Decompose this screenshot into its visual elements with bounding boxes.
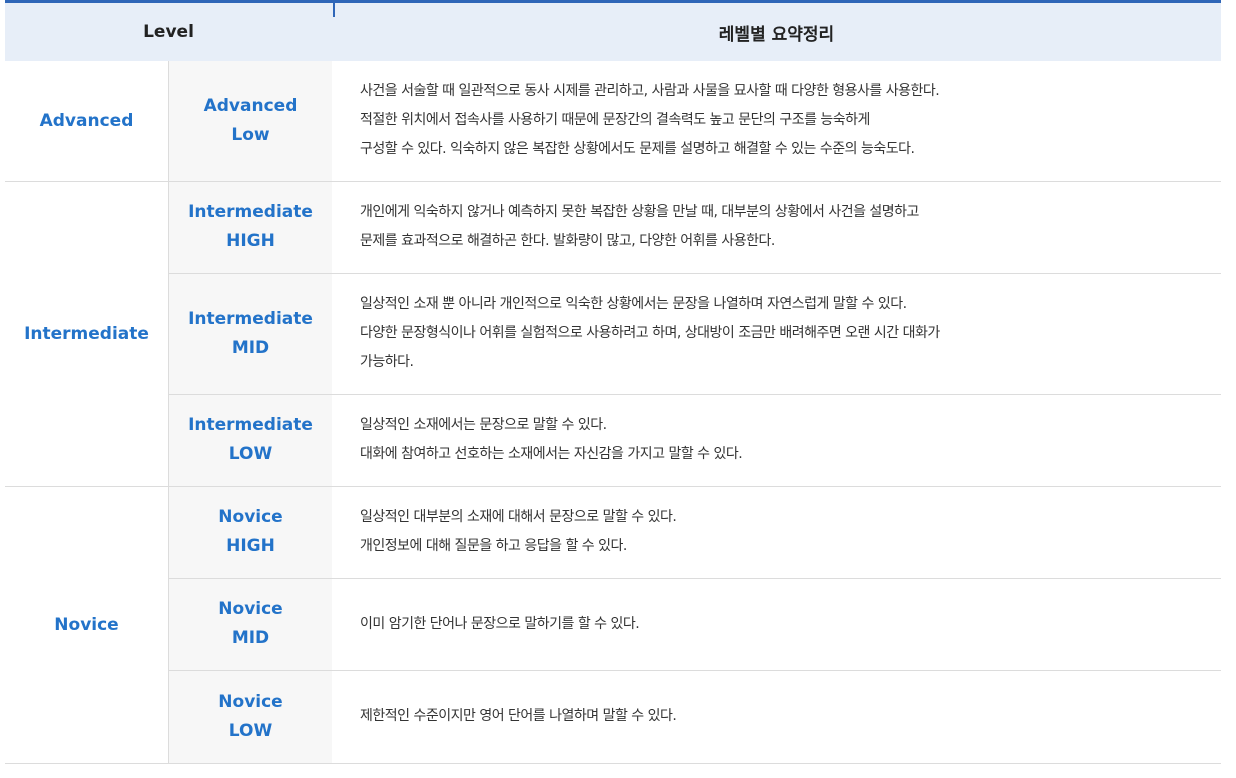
description-line: 대화에 참여하고 선호하는 소재에서는 자신감을 가지고 말할 수 있다. bbox=[360, 446, 743, 462]
description-line: 문제를 효과적으로 해결하곤 한다. 발화량이 많고, 다양한 어휘를 사용한다… bbox=[360, 233, 775, 249]
level-summary-table: Level 레벨별 요약정리 Advanced Advanced Low 사건을… bbox=[5, 0, 1221, 764]
description-intermediate-low: 일상적인 소재에서는 문장으로 말할 수 있다. 대화에 참여하고 선호하는 소… bbox=[332, 394, 1221, 487]
description-line: 일상적인 소재에서는 문장으로 말할 수 있다. bbox=[360, 417, 607, 433]
sublevel-grade: MID bbox=[231, 337, 270, 358]
description-novice-low: 제한적인 수준이지만 영어 단어를 나열하며 말할 수 있다. bbox=[332, 670, 1221, 764]
description-intermediate-mid: 일상적인 소재 뿐 아니라 개인적으로 익숙한 상황에서는 문장을 나열하며 자… bbox=[332, 273, 1221, 395]
description-line: 다양한 문장형식이나 어휘를 실험적으로 사용하려고 하며, 상대방이 조금만 … bbox=[360, 325, 940, 341]
description-line: 일상적인 소재 뿐 아니라 개인적으로 익숙한 상황에서는 문장을 나열하며 자… bbox=[360, 296, 907, 312]
description-intermediate-high: 개인에게 익숙하지 않거나 예측하지 못한 복잡한 상황을 만날 때, 대부분의… bbox=[332, 181, 1221, 274]
sublevel-name: Novice bbox=[218, 507, 283, 527]
sublevel-novice-low: Novice LOW bbox=[168, 670, 332, 764]
description-line: 구성할 수 있다. 익숙하지 않은 복잡한 상황에서도 문제를 설명하고 해결할… bbox=[360, 141, 915, 158]
table-header-row: Level 레벨별 요약정리 bbox=[5, 0, 1221, 61]
sublevel-intermediate-high: Intermediate HIGH bbox=[168, 181, 332, 274]
header-summary: 레벨별 요약정리 bbox=[332, 0, 1221, 61]
table-row: Intermediate MID 일상적인 소재 뿐 아니라 개인적으로 익숙한… bbox=[5, 273, 1221, 395]
sublevel-grade: Low bbox=[231, 124, 270, 145]
table-row: Intermediate LOW 일상적인 소재에서는 문장으로 말할 수 있다… bbox=[5, 394, 1221, 487]
group-intermediate: Intermediate bbox=[5, 181, 169, 487]
sublevel-grade: LOW bbox=[228, 444, 273, 464]
group-advanced: Advanced bbox=[5, 61, 169, 182]
description-line: 일상적인 대부분의 소재에 대해서 문장으로 말할 수 있다. bbox=[360, 509, 677, 525]
table-row: Intermediate Intermediate HIGH 개인에게 익숙하지… bbox=[5, 181, 1221, 487]
description-line: 사건을 서술할 때 일관적으로 동사 시제를 관리하고, 사람과 사물을 묘사할… bbox=[360, 83, 940, 100]
description-line: 개인정보에 대해 질문을 하고 응답을 할 수 있다. bbox=[360, 538, 627, 554]
description-line: 적절한 위치에서 접속사를 사용하기 때문에 문장간의 결속력도 높고 문단의 … bbox=[360, 112, 870, 129]
table-row: Novice LOW 제한적인 수준이지만 영어 단어를 나열하며 말할 수 있… bbox=[5, 670, 1221, 764]
sublevel-grade: HIGH bbox=[226, 231, 275, 251]
sublevel-advanced-low: Advanced Low bbox=[168, 61, 332, 182]
description-line: 제한적인 수준이지만 영어 단어를 나열하며 말할 수 있다. bbox=[360, 708, 677, 724]
sublevel-novice-mid: Novice MID bbox=[168, 578, 332, 671]
header-divider-tick bbox=[333, 3, 335, 17]
sublevel-intermediate-mid: Intermediate MID bbox=[168, 273, 332, 395]
level-summary-table-container: Level 레벨별 요약정리 Advanced Advanced Low 사건을… bbox=[5, 0, 1227, 764]
sublevel-grade: LOW bbox=[228, 720, 273, 741]
table-row: Advanced Advanced Low 사건을 서술할 때 일관적으로 동사… bbox=[5, 61, 1221, 182]
table-row: Novice Novice HIGH 일상적인 대부분의 소재에 대해서 문장으… bbox=[5, 486, 1221, 764]
sublevel-name: Novice bbox=[218, 691, 283, 712]
description-advanced-low: 사건을 서술할 때 일관적으로 동사 시제를 관리하고, 사람과 사물을 묘사할… bbox=[332, 61, 1221, 182]
description-line: 개인에게 익숙하지 않거나 예측하지 못한 복잡한 상황을 만날 때, 대부분의… bbox=[360, 204, 919, 220]
description-line: 가능하다. bbox=[360, 354, 414, 370]
sublevel-intermediate-low: Intermediate LOW bbox=[168, 394, 332, 487]
sublevel-grade: HIGH bbox=[226, 536, 275, 556]
table-row: Novice MID 이미 암기한 단어나 문장으로 말하기를 할 수 있다. bbox=[5, 578, 1221, 671]
group-novice: Novice bbox=[5, 486, 169, 764]
description-novice-high: 일상적인 대부분의 소재에 대해서 문장으로 말할 수 있다. 개인정보에 대해… bbox=[332, 486, 1221, 579]
sublevel-name: Intermediate bbox=[188, 415, 313, 435]
sublevel-novice-high: Novice HIGH bbox=[168, 486, 332, 579]
sublevel-grade: MID bbox=[231, 628, 270, 648]
sublevel-name: Novice bbox=[218, 599, 283, 619]
description-novice-mid: 이미 암기한 단어나 문장으로 말하기를 할 수 있다. bbox=[332, 578, 1221, 671]
description-line: 이미 암기한 단어나 문장으로 말하기를 할 수 있다. bbox=[360, 615, 640, 632]
sublevel-name: Advanced bbox=[203, 95, 298, 116]
sublevel-name: Intermediate bbox=[188, 308, 313, 329]
sublevel-name: Intermediate bbox=[188, 202, 313, 222]
header-level: Level bbox=[5, 0, 332, 61]
